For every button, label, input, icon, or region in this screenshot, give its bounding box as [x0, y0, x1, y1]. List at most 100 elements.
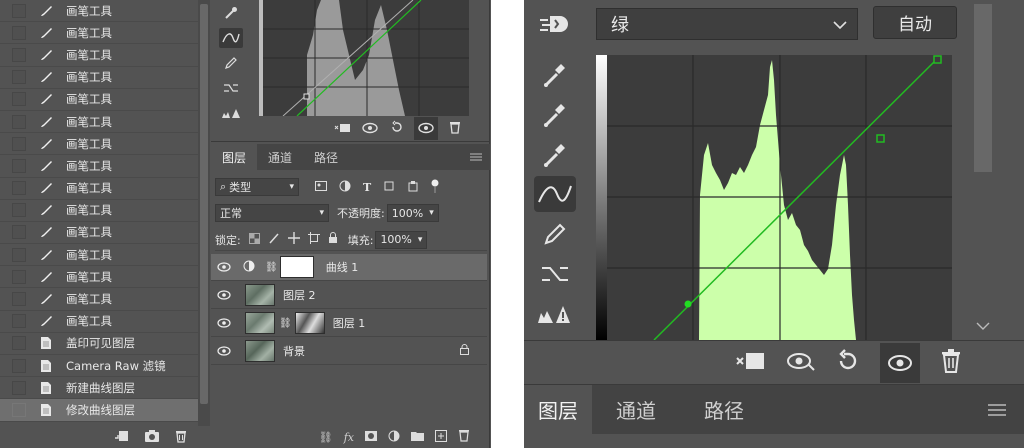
curve-points-icon[interactable]: [534, 176, 576, 212]
filter-shape-icon[interactable]: [383, 180, 395, 195]
mask-link-icon[interactable]: ⛓: [265, 262, 278, 273]
trash-icon[interactable]: [448, 119, 462, 138]
history-checkbox[interactable]: [12, 358, 26, 373]
clipping-warning-icon[interactable]: [534, 296, 576, 332]
tab-layers[interactable]: 图层: [211, 144, 258, 170]
history-item[interactable]: 画笔工具: [0, 0, 198, 23]
lock-brush-icon[interactable]: [268, 232, 280, 247]
gray-point-eyedropper-icon[interactable]: [534, 96, 576, 132]
view-previous-icon[interactable]: [362, 119, 380, 138]
auto-button[interactable]: 自动: [873, 6, 957, 39]
clip-to-layer-icon[interactable]: [736, 350, 766, 376]
tab-paths[interactable]: 路径: [680, 385, 768, 434]
history-item[interactable]: 画笔工具: [0, 67, 198, 89]
adjustment-icon[interactable]: [388, 430, 400, 445]
curve-points-icon[interactable]: [219, 28, 243, 48]
tab-channels[interactable]: 通道: [592, 385, 680, 434]
layer-row-layer1[interactable]: ⛓ 图层 1: [211, 310, 487, 337]
history-checkbox[interactable]: [12, 47, 26, 62]
history-checkbox[interactable]: [12, 225, 26, 240]
layer-mask-thumbnail[interactable]: [294, 312, 325, 334]
panel-menu-icon[interactable]: [988, 385, 1006, 434]
history-item[interactable]: 画笔工具: [0, 22, 198, 45]
filter-adjustment-icon[interactable]: [339, 180, 351, 195]
history-item[interactable]: 新建曲线图层: [0, 377, 198, 400]
layer-row-layer2[interactable]: 图层 2: [211, 282, 487, 309]
lock-transparent-icon[interactable]: [248, 232, 260, 247]
layer-visibility-eye-icon[interactable]: [211, 318, 237, 328]
link-icon[interactable]: ⛓: [319, 431, 333, 444]
smooth-icon[interactable]: [219, 78, 243, 98]
filter-type-icon[interactable]: T: [363, 181, 371, 194]
lock-all-icon[interactable]: [328, 232, 338, 247]
history-scrollbar[interactable]: [198, 0, 210, 426]
filter-smart-object-icon[interactable]: [407, 180, 419, 195]
add-mask-icon[interactable]: [365, 430, 377, 444]
history-checkbox[interactable]: [12, 25, 26, 40]
new-layer-icon[interactable]: [435, 429, 447, 445]
trash-icon[interactable]: [174, 428, 188, 447]
lock-artboard-icon[interactable]: [307, 232, 320, 247]
history-checkbox[interactable]: [12, 158, 26, 173]
reset-icon[interactable]: [836, 348, 860, 377]
history-checkbox[interactable]: [12, 181, 26, 196]
blend-mode-select[interactable]: 正常 ▾: [215, 204, 329, 222]
curve-graph[interactable]: [596, 55, 952, 340]
layer-row-background[interactable]: 背景: [211, 338, 487, 365]
white-point-eyedropper-icon[interactable]: [534, 136, 576, 172]
channel-select[interactable]: 绿: [596, 8, 858, 40]
filter-toggle-icon[interactable]: [431, 179, 439, 196]
history-checkbox[interactable]: [12, 70, 26, 85]
black-point-eyedropper-icon[interactable]: [534, 56, 576, 92]
tab-paths[interactable]: 路径: [303, 144, 349, 170]
tab-layers[interactable]: 图层: [524, 385, 592, 434]
history-item[interactable]: 画笔工具: [0, 155, 198, 178]
view-previous-icon[interactable]: [786, 350, 816, 376]
history-item[interactable]: 画笔工具: [0, 133, 198, 156]
trash-icon[interactable]: [940, 348, 962, 377]
history-item[interactable]: 画笔工具: [0, 244, 198, 267]
snapshot-camera-icon[interactable]: [144, 428, 160, 447]
history-item[interactable]: 画笔工具: [0, 311, 198, 333]
fill-input[interactable]: 100% ▾: [375, 230, 428, 249]
history-checkbox[interactable]: [12, 336, 26, 351]
filter-pixel-icon[interactable]: [315, 180, 327, 194]
history-item[interactable]: 画笔工具: [0, 266, 198, 289]
lock-move-icon[interactable]: [287, 232, 300, 247]
mask-link-icon[interactable]: ⛓: [279, 318, 292, 329]
history-checkbox[interactable]: [12, 3, 26, 18]
history-item[interactable]: 修改曲线图层: [0, 399, 198, 422]
visibility-eye-icon[interactable]: [414, 117, 438, 140]
history-checkbox[interactable]: [12, 380, 26, 395]
scroll-down-icon[interactable]: [976, 316, 990, 335]
target-adjust-icon[interactable]: [538, 12, 568, 42]
layer-mask-thumbnail[interactable]: [279, 256, 314, 278]
layer-visibility-eye-icon[interactable]: [211, 290, 237, 300]
history-item[interactable]: 盖印可见图层: [0, 333, 198, 355]
history-item[interactable]: 画笔工具: [0, 111, 198, 134]
reset-icon[interactable]: [390, 119, 404, 138]
filter-kind-select[interactable]: ⌕ 类型 ▾: [215, 178, 299, 196]
history-item[interactable]: 画笔工具: [0, 44, 198, 67]
history-checkbox[interactable]: [12, 314, 26, 329]
history-item[interactable]: 画笔工具: [0, 222, 198, 245]
history-item[interactable]: 画笔工具: [0, 89, 198, 111]
history-checkbox[interactable]: [12, 292, 26, 307]
layer-visibility-eye-icon[interactable]: [211, 346, 237, 356]
clip-to-layer-icon[interactable]: [334, 119, 352, 138]
history-item[interactable]: 画笔工具: [0, 288, 198, 311]
visibility-eye-icon[interactable]: [880, 342, 920, 383]
smooth-icon[interactable]: [534, 256, 576, 292]
history-item[interactable]: Camera Raw 滤镜: [0, 355, 198, 378]
history-checkbox[interactable]: [12, 114, 26, 129]
pencil-icon[interactable]: [219, 53, 243, 73]
layer-row-curves[interactable]: ⛓ 曲线 1: [211, 254, 487, 281]
curves-scrollbar[interactable]: [972, 0, 994, 340]
history-checkbox[interactable]: [12, 247, 26, 262]
fx-icon[interactable]: fx: [344, 431, 354, 444]
panel-menu-icon[interactable]: [470, 144, 482, 170]
curves-scroll-thumb[interactable]: [974, 4, 992, 172]
history-checkbox[interactable]: [12, 269, 26, 284]
history-checkbox[interactable]: [12, 92, 26, 107]
curve-scrollbar-small[interactable]: [473, 0, 487, 116]
